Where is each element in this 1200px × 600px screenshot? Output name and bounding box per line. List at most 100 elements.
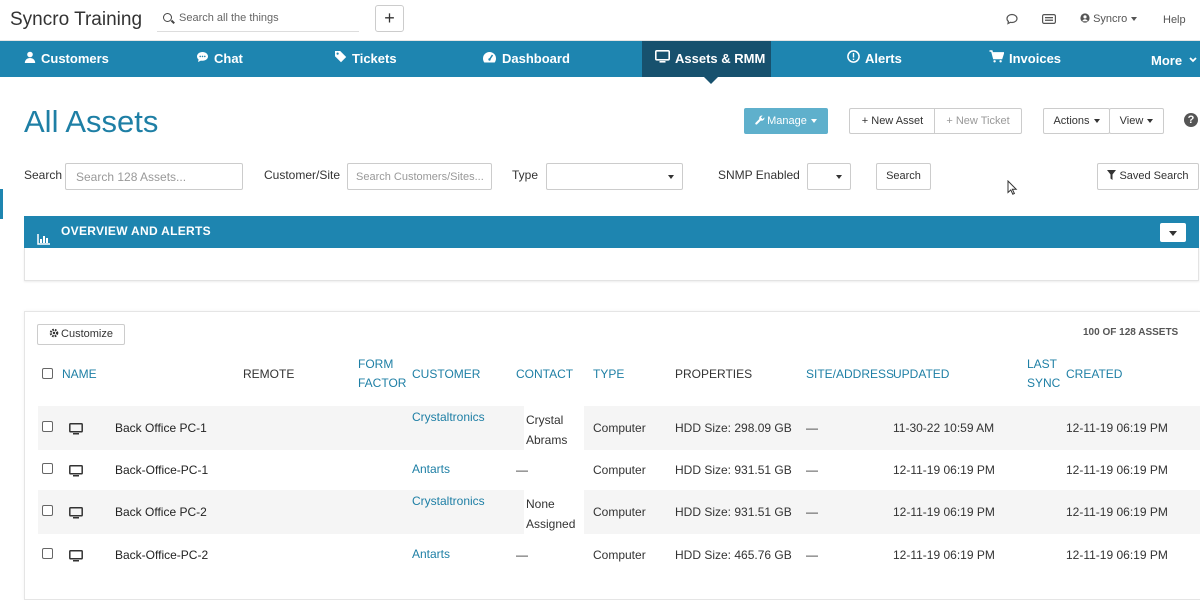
customize-button[interactable]: Customize: [37, 324, 125, 345]
chevron-down-icon: [1147, 119, 1154, 124]
search-label: Search: [24, 168, 63, 182]
column-header-contact[interactable]: CONTACT: [516, 365, 573, 384]
customer-link[interactable]: Crystaltronics: [412, 407, 485, 428]
chevron-down-icon: [1189, 41, 1197, 76]
wrench-icon: [755, 110, 765, 134]
type-cell: Computer: [593, 548, 646, 562]
chat-icon[interactable]: [1006, 13, 1018, 28]
column-header-customer[interactable]: CUSTOMER: [412, 365, 480, 384]
nav-label: Alerts: [865, 51, 902, 66]
asset-name-link[interactable]: Back Office PC-1: [115, 418, 207, 439]
column-header-updated[interactable]: UPDATED: [893, 365, 949, 384]
contact-line2: Assigned: [526, 517, 576, 531]
column-header-properties: PROPERTIES: [675, 367, 753, 381]
new-asset-button[interactable]: + New Asset: [849, 108, 935, 134]
computer-icon: [69, 506, 83, 519]
site-cell: —: [806, 421, 818, 435]
column-header-type[interactable]: TYPE: [593, 365, 624, 384]
asset-name-link[interactable]: Back-Office-PC-1: [115, 460, 208, 481]
asset-count: 100 OF 128 ASSETS: [1083, 327, 1179, 338]
row-checkbox[interactable]: [42, 421, 53, 432]
actions-label: Actions: [1053, 115, 1090, 127]
column-header-form-factor-line2: FACTOR: [358, 376, 407, 390]
nav-label: More: [1151, 53, 1183, 68]
view-label: View: [1119, 115, 1144, 127]
nav-assets-rmm[interactable]: Assets & RMM: [642, 41, 771, 84]
help-link[interactable]: Help: [1163, 14, 1186, 26]
dropdown-arrow-icon: [668, 175, 674, 179]
top-bar: Syncro Training Search all the things + …: [0, 0, 1200, 41]
type-cell: Computer: [593, 505, 646, 519]
properties-cell: HDD Size: 465.76 GB: [675, 548, 792, 562]
computer-icon: [69, 549, 83, 562]
overview-panel-header[interactable]: OVERVIEW AND ALERTS: [24, 216, 1199, 248]
type-cell: Computer: [593, 421, 646, 435]
view-dropdown[interactable]: View: [1109, 108, 1164, 134]
manage-label: Manage: [767, 115, 807, 127]
site-cell: —: [806, 505, 818, 519]
user-icon: [24, 41, 36, 76]
nav-chat[interactable]: Chat: [196, 41, 243, 77]
row-checkbox[interactable]: [42, 463, 53, 474]
customer-link[interactable]: Antarts: [412, 459, 450, 480]
actions-dropdown[interactable]: Actions: [1043, 108, 1110, 134]
saved-search-button[interactable]: Saved Search: [1097, 163, 1199, 190]
row-checkbox[interactable]: [42, 505, 53, 516]
customer-link[interactable]: Crystaltronics: [412, 491, 485, 512]
nav-tickets[interactable]: Tickets: [334, 41, 397, 77]
contact-cell: Crystal Abrams: [524, 406, 584, 450]
column-header-created[interactable]: CREATED: [1066, 365, 1122, 384]
search-button[interactable]: Search: [876, 163, 931, 190]
new-ticket-button[interactable]: + New Ticket: [934, 108, 1022, 134]
type-cell: Computer: [593, 463, 646, 477]
global-search-placeholder: Search all the things: [179, 12, 279, 24]
column-header-last-sync-line2: SYNC: [1027, 376, 1061, 390]
nav-label: Customers: [41, 51, 109, 66]
computer-icon: [69, 422, 83, 435]
chat-bubble-icon: [196, 41, 209, 76]
quick-add-button[interactable]: +: [375, 5, 404, 32]
help-icon[interactable]: ?: [1184, 113, 1198, 127]
nav-label: Dashboard: [502, 51, 570, 66]
site-cell: —: [806, 463, 818, 477]
nav-dashboard[interactable]: Dashboard: [482, 41, 570, 77]
nav-alerts[interactable]: Alerts: [847, 41, 902, 77]
row-checkbox[interactable]: [42, 548, 53, 559]
app-title[interactable]: Syncro Training: [10, 9, 142, 31]
contact-line1: Crystal: [526, 413, 564, 427]
column-header-last-sync[interactable]: LAST SYNC: [1027, 355, 1060, 393]
asset-name-link[interactable]: Back Office PC-2: [115, 502, 207, 523]
column-header-name[interactable]: NAME: [62, 365, 97, 384]
nav-customers[interactable]: Customers: [24, 41, 109, 77]
column-header-site-address[interactable]: SITE/ADDRESS: [806, 365, 894, 384]
global-search-input[interactable]: Search all the things: [157, 6, 359, 32]
nav-label: Assets & RMM: [675, 51, 766, 66]
created-cell: 12-11-19 06:19 PM: [1066, 548, 1168, 562]
nav-label: Tickets: [352, 51, 397, 66]
nav-more[interactable]: More: [1151, 41, 1197, 77]
nav-label: Chat: [214, 51, 243, 66]
chevron-down-icon: [1131, 17, 1138, 22]
user-menu[interactable]: Syncro: [1080, 13, 1138, 25]
overview-toggle-button[interactable]: [1160, 223, 1186, 242]
computer-icon: [69, 464, 83, 477]
asset-search-input[interactable]: Search 128 Assets...: [65, 163, 243, 190]
snmp-enabled-select[interactable]: [807, 163, 851, 190]
select-all-checkbox[interactable]: [42, 368, 53, 379]
nav-label: Invoices: [1009, 51, 1062, 66]
contact-cell: —: [516, 548, 528, 562]
search-icon: [163, 13, 172, 22]
nav-invoices[interactable]: Invoices: [989, 41, 1061, 77]
alert-circle-icon: [847, 41, 860, 76]
updated-cell: 11-30-22 10:59 AM: [893, 421, 995, 435]
chevron-down-icon: [810, 119, 817, 124]
customer-site-input[interactable]: Search Customers/Sites...: [347, 163, 492, 190]
keyboard-icon[interactable]: [1042, 14, 1057, 27]
saved-search-label: Saved Search: [1119, 170, 1189, 182]
column-header-form-factor[interactable]: FORM FACTOR: [358, 355, 406, 393]
asset-name-link[interactable]: Back-Office-PC-2: [115, 545, 208, 566]
customer-link[interactable]: Antarts: [412, 544, 450, 565]
type-select[interactable]: [546, 163, 683, 190]
user-avatar-icon: [1080, 13, 1090, 23]
manage-button[interactable]: Manage: [744, 108, 828, 134]
